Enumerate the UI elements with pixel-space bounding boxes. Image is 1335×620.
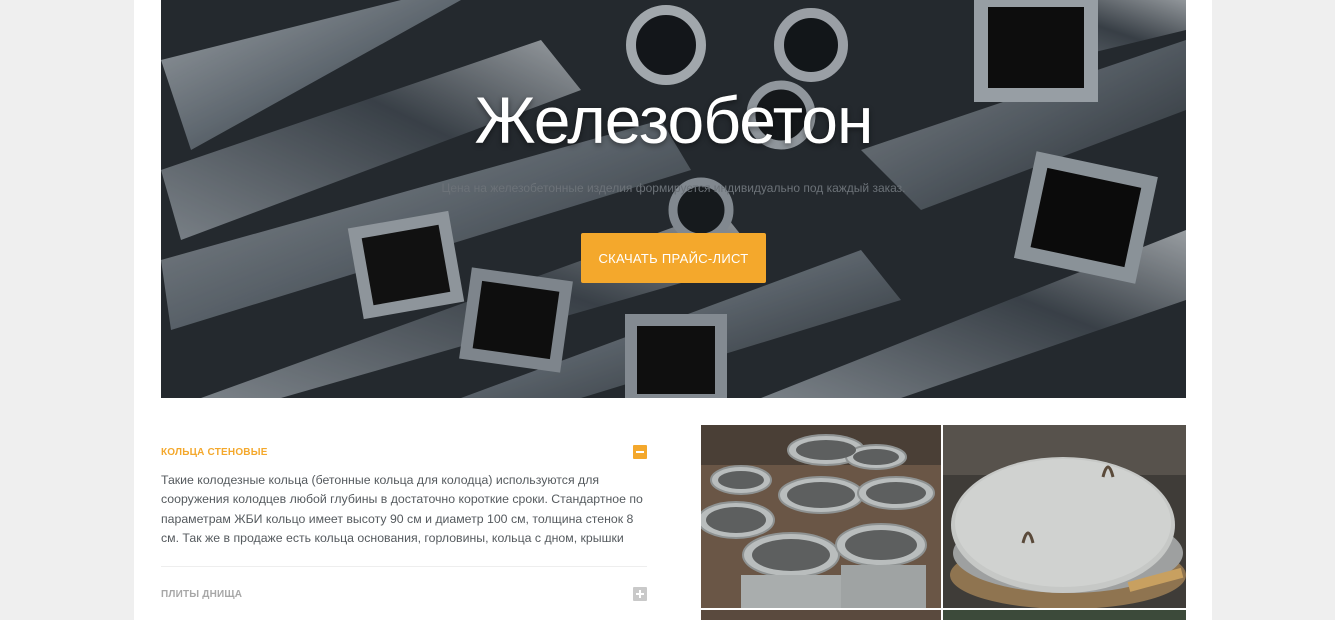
hero-title: Железобетон xyxy=(474,83,874,157)
accordion-header-bottom-slabs[interactable]: ПЛИТЫ ДНИЩА xyxy=(161,585,647,603)
hero-banner: Железобетон Цена на железобетонные издел… xyxy=(161,0,1186,398)
concrete-rings-photo xyxy=(701,425,941,608)
accordion-body: Такие колодезные кольца (бетонные кольца… xyxy=(161,471,647,568)
steel-profiles-image xyxy=(161,0,1186,398)
minus-icon[interactable] xyxy=(633,445,647,459)
accordion-item: КОЛЬЦА СТЕНОВЫЕ Такие колодезные кольца … xyxy=(161,443,647,568)
plus-icon[interactable] xyxy=(633,587,647,602)
products-accordion: КОЛЬЦА СТЕНОВЫЕ Такие колодезные кольца … xyxy=(161,425,647,603)
download-price-list-button[interactable]: СКАЧАТЬ ПРАЙС-ЛИСТ xyxy=(581,233,766,283)
accordion-header-rings[interactable]: КОЛЬЦА СТЕНОВЫЕ xyxy=(161,443,647,461)
product-photos xyxy=(701,425,1186,620)
hero-subtitle: Цена на железобетонные изделия формирует… xyxy=(441,181,906,195)
concrete-slab-photo xyxy=(943,425,1186,608)
accordion-title: ПЛИТЫ ДНИЩА xyxy=(161,588,243,600)
page-container: Железобетон Цена на железобетонные издел… xyxy=(134,0,1212,620)
accordion-item: ПЛИТЫ ДНИЩА xyxy=(161,585,647,603)
photo-thumbnail xyxy=(943,610,1186,620)
photo-thumbnail xyxy=(701,610,941,620)
accordion-title: КОЛЬЦА СТЕНОВЫЕ xyxy=(161,446,268,458)
